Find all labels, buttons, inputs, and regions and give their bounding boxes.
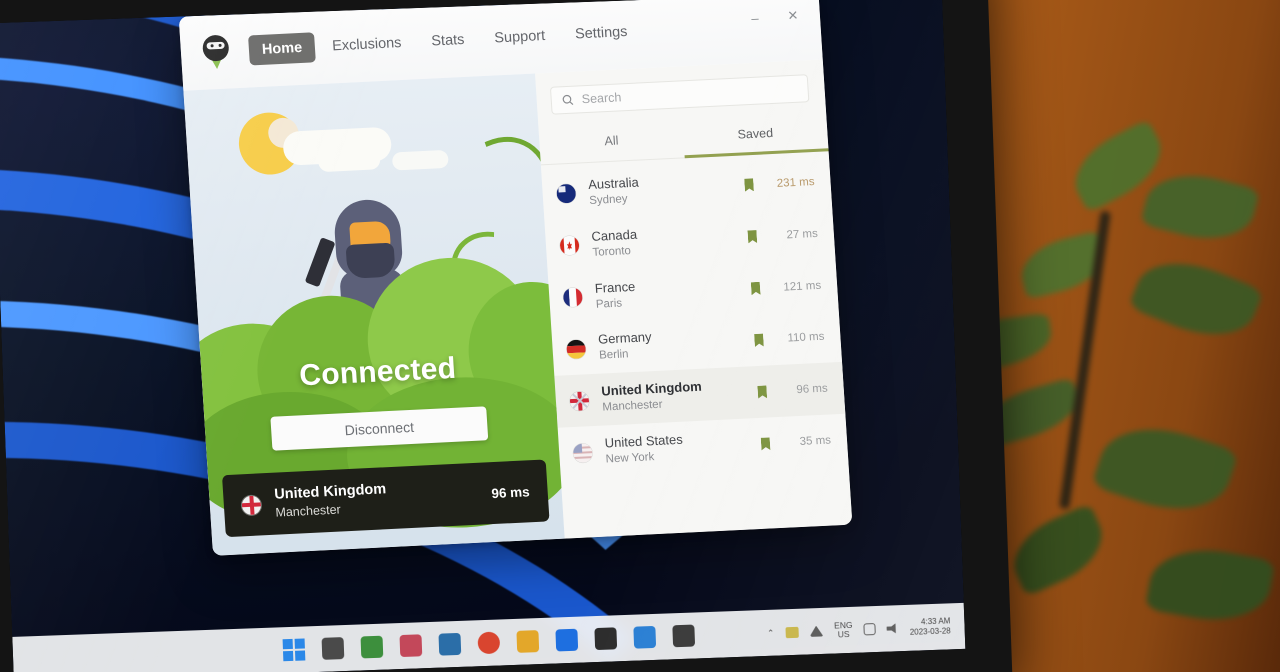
ninja-vpn-logo-icon [198, 32, 234, 72]
cloud-illustration [317, 149, 381, 173]
server-list-panel: All Saved AustraliaSydney231 msCanadaTor… [535, 59, 853, 539]
clock-date: 2023-03-28 [909, 626, 951, 637]
main-nav: Home Exclusions Stats Support Settings [248, 16, 641, 66]
bookmark-icon[interactable] [744, 178, 754, 191]
tray-network-icon[interactable] [809, 625, 823, 636]
chrome-icon[interactable] [477, 631, 501, 655]
bookmark-icon[interactable] [754, 334, 764, 347]
flag-gb-icon [241, 494, 262, 515]
taskbar-clock[interactable]: 4:33 AM 2023-03-28 [909, 616, 951, 637]
flag-au-icon [556, 184, 577, 204]
current-ping: 96 ms [490, 483, 531, 501]
tray-chevron-icon[interactable]: ⌃ [767, 627, 775, 638]
server-ping: 27 ms [786, 227, 819, 242]
tray-notification-icon[interactable] [863, 623, 876, 636]
vpn-app-window: Home Exclusions Stats Support Settings –… [178, 0, 853, 556]
flag-de-icon [566, 339, 587, 360]
nav-item-support[interactable]: Support [480, 20, 559, 54]
clock-time: 4:33 AM [920, 616, 951, 627]
flag-us-icon [572, 442, 593, 463]
tray-volume-icon[interactable] [886, 623, 898, 633]
bookmark-icon[interactable] [761, 437, 771, 450]
nav-item-stats[interactable]: Stats [417, 24, 478, 57]
bookmark-icon[interactable] [757, 385, 767, 398]
flag-fr-icon [562, 287, 583, 308]
search-icon [562, 94, 574, 106]
search-box[interactable] [549, 74, 810, 115]
photo-scene: Home Exclusions Stats Support Settings –… [0, 0, 1280, 672]
file-explorer-icon[interactable] [516, 630, 540, 653]
search-input[interactable] [581, 81, 798, 107]
notepad-icon[interactable] [633, 625, 657, 649]
screen: Home Exclusions Stats Support Settings –… [0, 0, 966, 672]
server-ping: 121 ms [783, 279, 822, 294]
system-tray: ⌃ ENG US 4:33 AM 2023-03-28 [766, 603, 951, 656]
tray-battery-icon[interactable] [785, 626, 799, 638]
flag-gb-icon [569, 390, 590, 411]
taskbar-icons [282, 624, 696, 662]
window-controls: – ✕ [737, 2, 811, 31]
connection-hero-panel: Connected Disconnect United Kingdom Manc… [183, 73, 565, 556]
server-ping: 96 ms [796, 382, 829, 397]
tray-language[interactable]: ENG US [834, 620, 853, 640]
nav-item-exclusions[interactable]: Exclusions [318, 27, 415, 62]
server-rows: Australia Sydney 231 ms Canada Toronto 27 ms F… [541, 151, 852, 538]
bookmark-icon[interactable] [751, 282, 761, 295]
start-icon[interactable] [282, 638, 306, 662]
app-icon[interactable] [672, 624, 696, 648]
widgets-icon[interactable] [399, 634, 423, 658]
store-icon[interactable] [438, 632, 462, 656]
task-view-icon[interactable] [360, 635, 384, 659]
cloud-illustration [391, 149, 449, 171]
flag-ca-icon [559, 235, 580, 256]
nav-item-home[interactable]: Home [248, 32, 317, 66]
editor-icon[interactable] [555, 628, 579, 652]
monitor-bezel: Home Exclusions Stats Support Settings –… [0, 0, 1013, 672]
server-ping: 110 ms [787, 331, 825, 345]
server-ping: 231 ms [776, 175, 815, 190]
terminal-icon[interactable] [594, 627, 618, 651]
close-button[interactable]: ✕ [775, 2, 811, 30]
search-icon[interactable] [321, 637, 345, 660]
minimize-button[interactable]: – [737, 4, 773, 32]
tray-language-sub: US [837, 628, 850, 640]
nav-item-settings[interactable]: Settings [561, 16, 641, 50]
server-ping: 35 ms [799, 434, 832, 449]
bookmark-icon[interactable] [747, 230, 757, 243]
